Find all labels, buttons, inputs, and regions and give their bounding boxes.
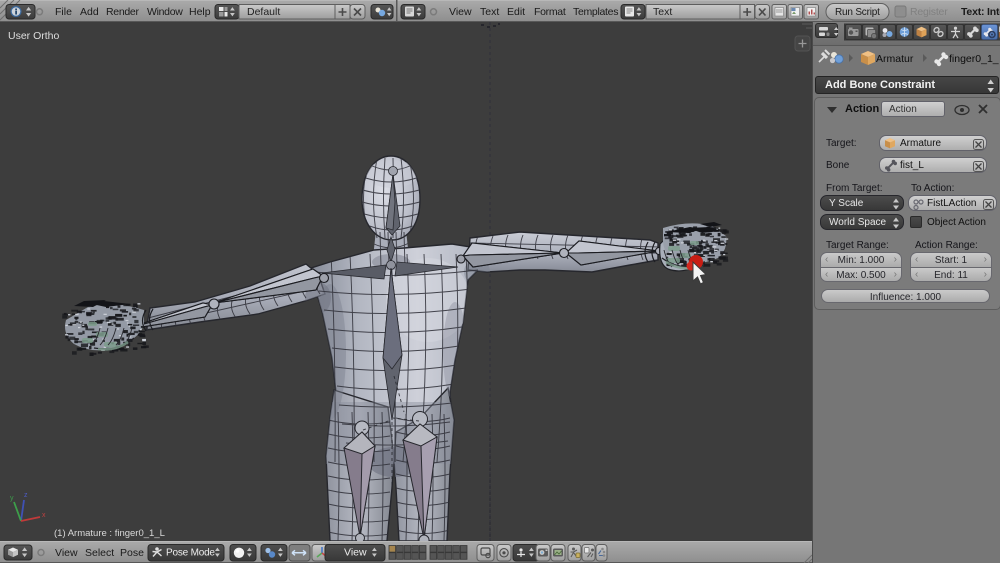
- svg-text:Templates: Templates: [573, 6, 618, 18]
- svg-text:Text: Text: [480, 6, 499, 18]
- svg-text:Add: Add: [80, 6, 99, 18]
- svg-text:Armatur: Armatur: [876, 53, 914, 65]
- svg-text:View: View: [55, 547, 78, 559]
- svg-text:File: File: [55, 6, 72, 18]
- svg-text:Window: Window: [147, 6, 183, 18]
- svg-text:Help: Help: [189, 6, 211, 18]
- svg-text:Render: Render: [106, 6, 139, 18]
- svg-text:finger0_1_: finger0_1_: [949, 53, 999, 65]
- svg-text:Register: Register: [910, 6, 948, 18]
- svg-text:y: y: [10, 495, 14, 502]
- svg-text:Select: Select: [85, 547, 114, 559]
- svg-text:Run Script: Run Script: [835, 7, 880, 18]
- svg-text:Text: Inter: Text: Inter: [961, 6, 1000, 18]
- svg-text:Default: Default: [247, 6, 280, 18]
- svg-text:Edit: Edit: [507, 6, 525, 18]
- svg-text:z: z: [24, 492, 28, 499]
- svg-text:Pose Mode: Pose Mode: [166, 548, 215, 559]
- svg-text:Format: Format: [534, 6, 566, 18]
- svg-text:Pose: Pose: [120, 547, 144, 559]
- svg-text:View: View: [344, 547, 367, 559]
- svg-text:x: x: [42, 512, 46, 519]
- svg-text:View: View: [449, 6, 472, 18]
- svg-text:Text: Text: [653, 6, 672, 18]
